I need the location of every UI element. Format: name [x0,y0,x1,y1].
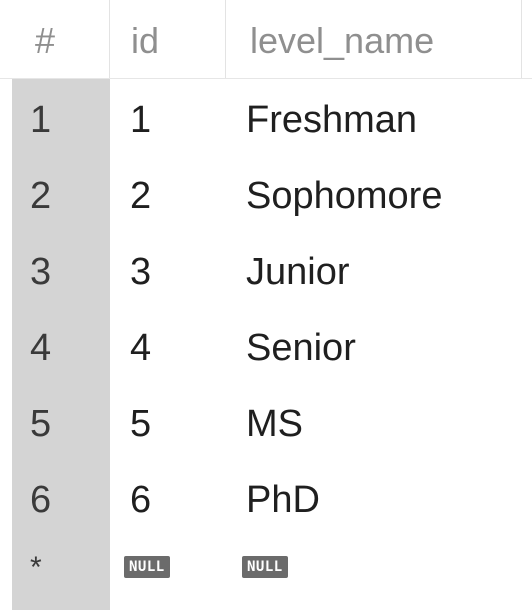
level-name-cell[interactable]: Junior [246,234,350,310]
table-row[interactable]: 3 3 Junior [0,234,532,310]
id-cell[interactable]: 4 [130,310,151,386]
id-cell[interactable]: 6 [130,462,151,538]
column-header-row-number[interactable]: # [12,0,110,78]
row-number-cell[interactable]: 5 [30,386,51,462]
level-name-cell[interactable]: MS [246,386,303,462]
row-number-cell[interactable]: 4 [30,310,51,386]
table-row[interactable]: 4 4 Senior [0,310,532,386]
row-number-cell[interactable]: 1 [30,82,51,158]
level-name-cell[interactable]: Freshman [246,82,417,158]
null-badge[interactable]: NULL [242,556,288,578]
level-name-cell[interactable]: PhD [246,462,320,538]
level-name-cell[interactable]: Senior [246,310,356,386]
grid-header: # id level_name [0,0,532,79]
id-cell[interactable]: 1 [130,82,151,158]
table-row[interactable]: 5 5 MS [0,386,532,462]
table-row[interactable]: 1 1 Freshman [0,82,532,158]
row-number-cell[interactable]: 2 [30,158,51,234]
null-badge[interactable]: NULL [124,556,170,578]
table-row[interactable]: 6 6 PhD [0,462,532,538]
row-number-cell[interactable]: 3 [30,234,51,310]
id-cell[interactable]: 3 [130,234,151,310]
new-row[interactable]: * NULL NULL [0,530,532,606]
column-header-level-name[interactable]: level_name [226,0,522,78]
new-row-marker: * [30,551,42,584]
result-grid: # id level_name 1 1 Freshman 2 2 Sophomo… [0,0,532,610]
level-name-cell[interactable]: Sophomore [246,158,442,234]
id-cell[interactable]: 2 [130,158,151,234]
id-cell[interactable]: 5 [130,386,151,462]
column-header-id[interactable]: id [110,0,226,78]
table-row[interactable]: 2 2 Sophomore [0,158,532,234]
row-number-cell[interactable]: 6 [30,462,51,538]
